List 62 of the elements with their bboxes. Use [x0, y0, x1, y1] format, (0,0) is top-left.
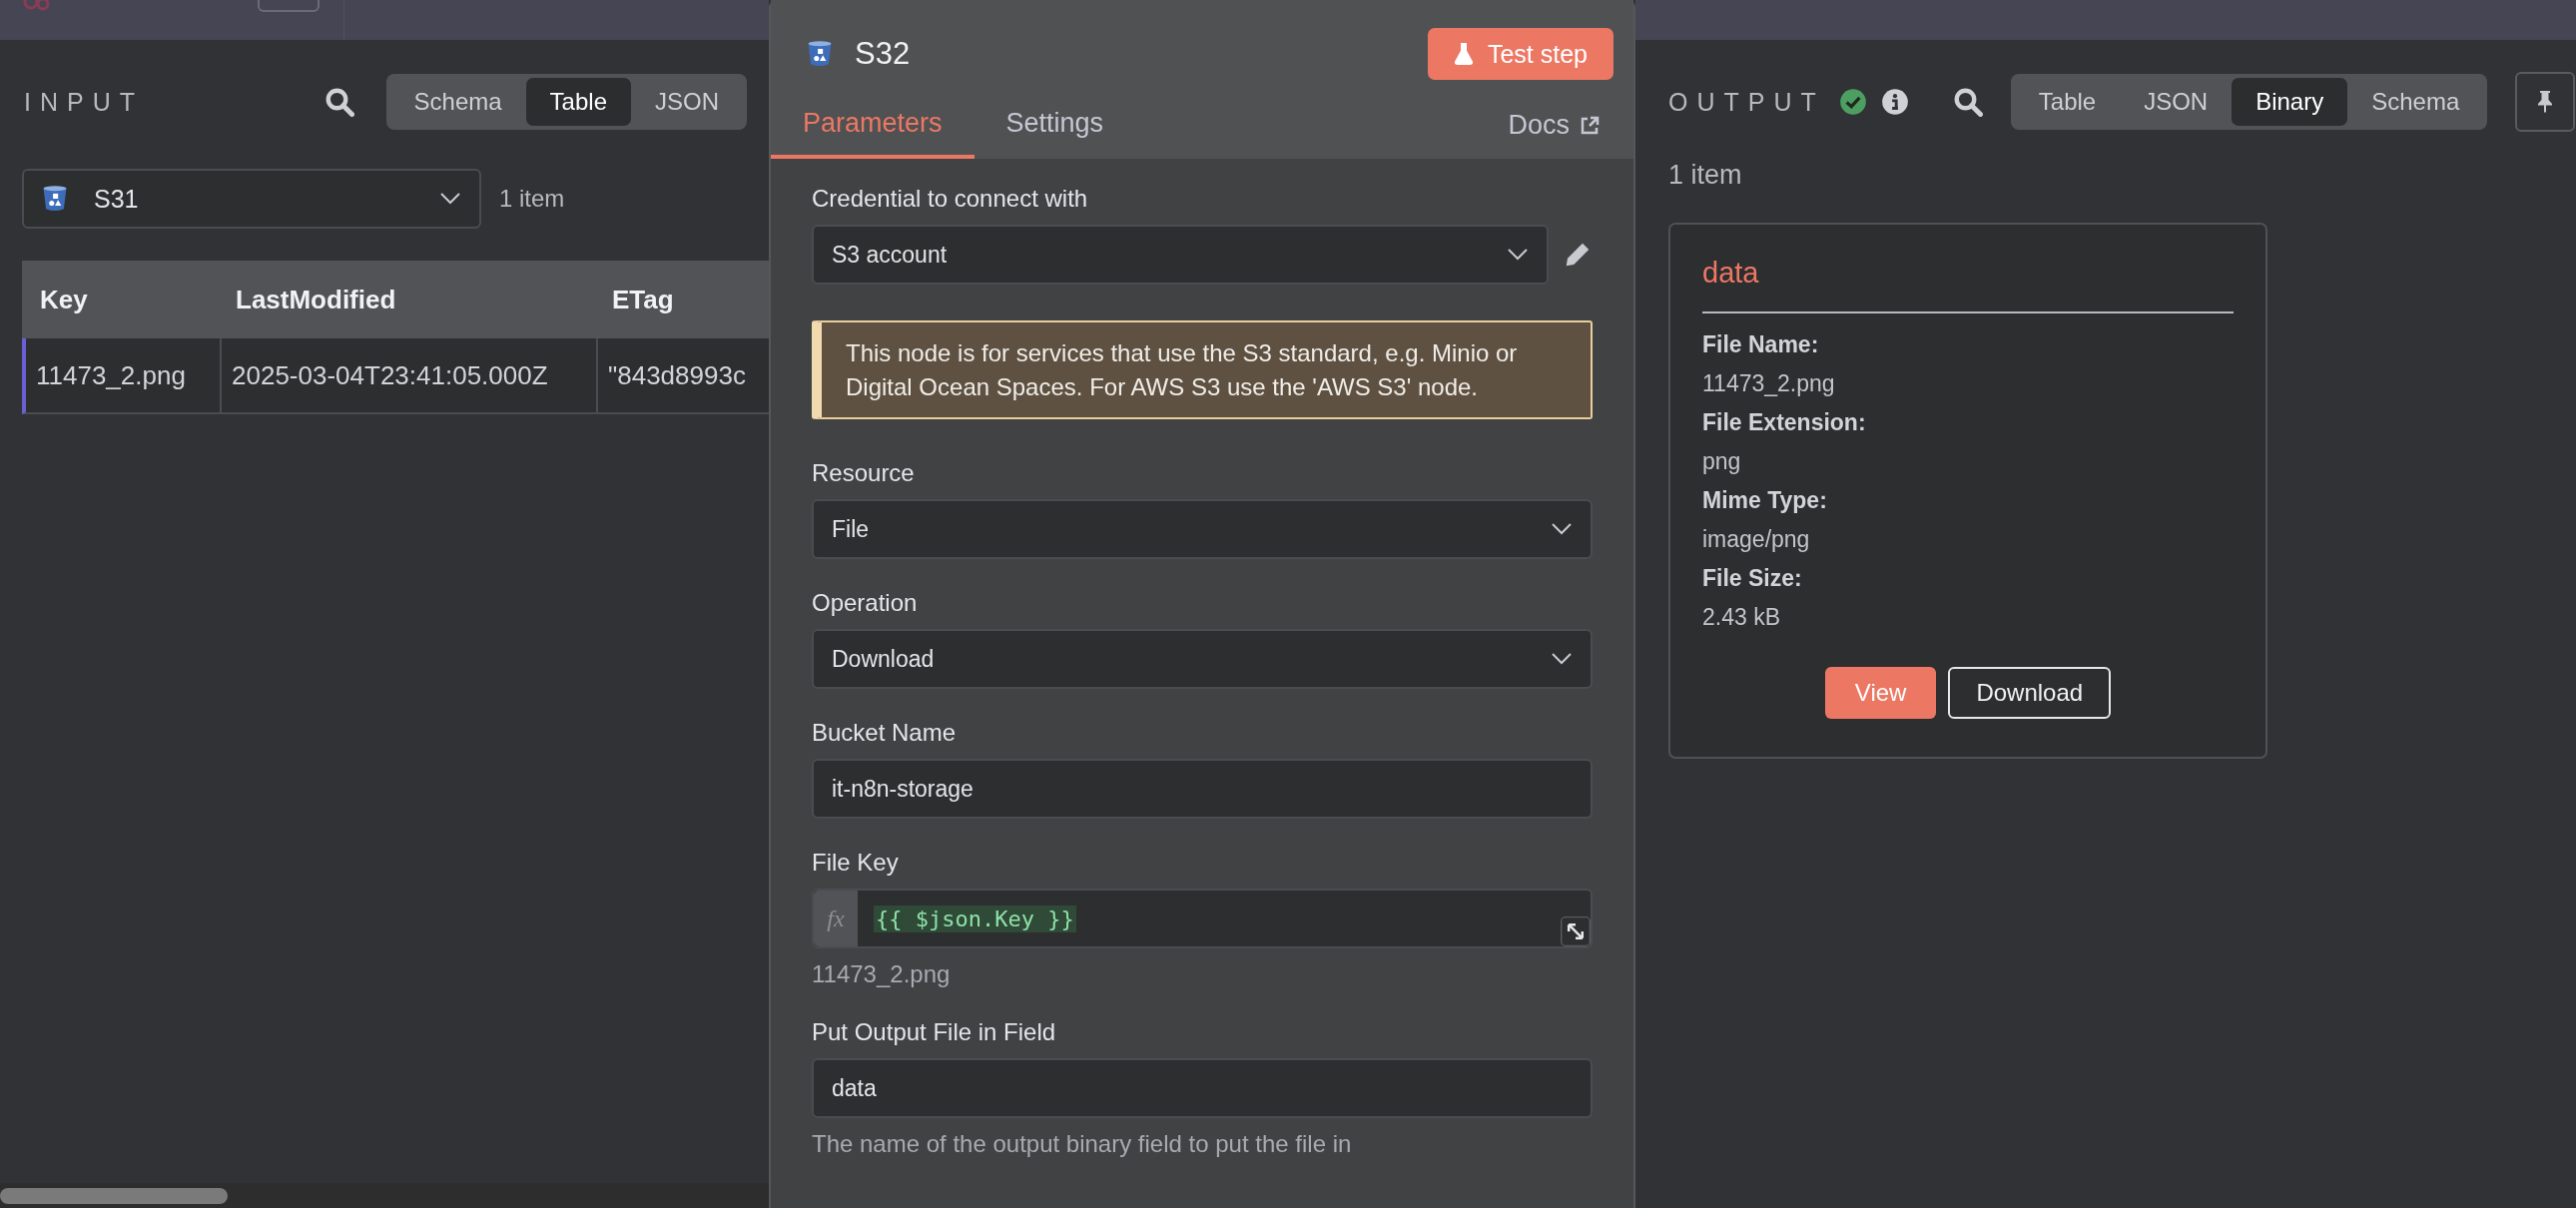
field-label: Put Output File in Field [812, 1018, 1057, 1047]
panel-tab[interactable]: Settings [973, 96, 1136, 159]
input-field[interactable]: data [812, 1058, 1593, 1119]
node-select[interactable]: S31 [22, 169, 481, 229]
panel-label: INPUT [24, 87, 144, 117]
table-cell: 2025-03-04T23:41:05.000Z [222, 338, 598, 412]
node-title: S32 [855, 36, 911, 72]
property-label: File Size: [1702, 565, 1803, 592]
item-count: 1 item [1668, 160, 1742, 191]
field-hint: The name of the output binary field to put the file in [812, 1130, 1353, 1159]
property-label: File Extension: [1702, 409, 1867, 436]
property-value: image/png [1702, 526, 1811, 553]
dropdown-select[interactable]: File [812, 499, 1593, 560]
chevron-down-icon [439, 193, 461, 205]
chevron-down-icon [1507, 249, 1529, 261]
expand-icon[interactable] [1561, 916, 1591, 947]
download-button[interactable]: Download [1948, 667, 2112, 719]
pin-button[interactable] [2515, 72, 2576, 132]
docs-link[interactable]: Docs [1508, 110, 1600, 159]
view-tab[interactable]: Schema [389, 78, 526, 126]
view-tab[interactable]: Table [525, 78, 631, 126]
bucket-icon [42, 185, 68, 213]
table-cell: 11473_2.png [26, 338, 222, 412]
binary-title: data [1702, 257, 2234, 313]
property-value: 2.43 kB [1702, 604, 1781, 631]
input-field[interactable]: it-n8n-storage [812, 759, 1593, 820]
view-tab[interactable]: Schema [2347, 78, 2484, 126]
expression-field[interactable]: fx {{ $json.Key }} [812, 889, 1593, 949]
bucket-icon [807, 40, 833, 68]
property-value: 11473_2.png [1702, 370, 1836, 397]
expression-preview: 11473_2.png [812, 960, 952, 989]
info-notice: This node is for services that use the S3 standard, e.g. Minio or Digital Ocean Spaces. For AWS S3 use the 'AWS S3' node. [812, 320, 1593, 420]
search-icon[interactable] [323, 87, 354, 117]
column-header: Key [39, 284, 89, 315]
flask-icon [1453, 43, 1474, 65]
panel-label: OUTPUT [1668, 87, 1825, 117]
table-row[interactable]: 11473_2.png 2025-03-04T23:41:05.000Z "843d8993c [22, 338, 769, 414]
credential-select[interactable]: S3 account [812, 225, 1549, 285]
field-label: Resource [812, 459, 916, 488]
view-tab[interactable]: Table [2014, 78, 2121, 126]
field-label: Operation [812, 589, 919, 618]
property-label: File Name: [1702, 331, 1820, 358]
scrollbar-thumb[interactable] [0, 1188, 228, 1204]
external-link-icon [1580, 115, 1600, 136]
view-tab[interactable]: JSON [631, 78, 743, 126]
chevron-down-icon [1551, 523, 1573, 536]
column-header: LastModified [235, 284, 397, 315]
search-icon[interactable] [1952, 87, 1983, 117]
field-label: Bucket Name [812, 719, 958, 748]
expression-prefix: fx [814, 891, 858, 947]
field-label: File Key [812, 849, 900, 878]
check-circle-icon [1838, 88, 1867, 116]
item-count: 1 item [499, 185, 565, 213]
dropdown-select[interactable]: Download [812, 629, 1593, 690]
column-header: ETag [611, 284, 675, 315]
view-tab[interactable]: JSON [2120, 78, 2233, 126]
info-icon[interactable] [1880, 88, 1909, 116]
property-value: png [1702, 448, 1742, 475]
chevron-down-icon [1551, 653, 1573, 666]
field-label: Credential to connect with [812, 185, 1089, 213]
view-tab[interactable]: Binary [2232, 78, 2348, 126]
property-label: Mime Type: [1702, 487, 1828, 514]
